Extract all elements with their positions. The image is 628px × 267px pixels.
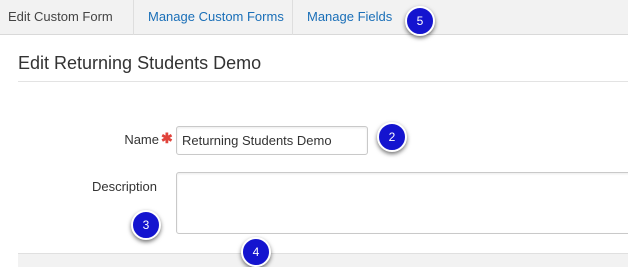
page-title: Edit Returning Students Demo [18,53,262,73]
form-actions-bar [18,253,628,267]
step-badge-5: 5 [405,6,435,36]
tab-manage-fields[interactable]: Manage Fields [307,0,392,35]
tab-bar: Edit Custom Form Manage Custom Forms Man… [0,0,628,35]
step-badge-2: 2 [377,122,407,152]
name-input[interactable] [176,126,368,155]
tab-manage-custom-forms[interactable]: Manage Custom Forms [133,0,293,35]
description-label: Description [91,179,157,194]
title-divider [18,81,628,82]
name-label: Name [124,132,159,147]
step-badge-3: 3 [131,210,161,240]
required-icon: ✱ [161,130,173,146]
description-textarea[interactable] [176,172,628,234]
tab-edit-custom-form[interactable]: Edit Custom Form [0,0,133,35]
step-badge-4: 4 [241,237,271,267]
